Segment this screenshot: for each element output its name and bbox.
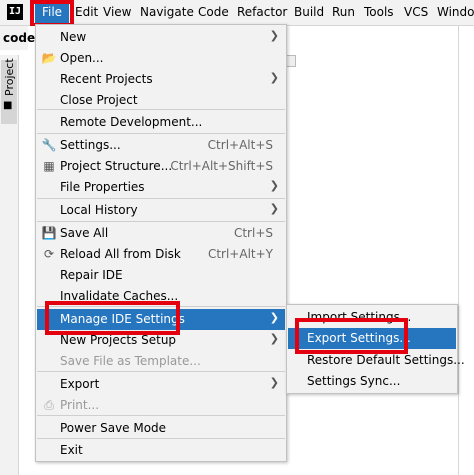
menu-item-project-structure[interactable]: ▦ Project Structure... Ctrl+Alt+Shift+S bbox=[37, 156, 285, 177]
menu-separator bbox=[37, 221, 285, 222]
shortcut-label: Ctrl+S bbox=[233, 226, 273, 240]
submenu-arrow-icon: ❯ bbox=[269, 71, 279, 84]
menu-edit[interactable]: Edit bbox=[75, 5, 98, 19]
menu-item-settings[interactable]: 🔧 Settings... Ctrl+Alt+S bbox=[37, 135, 285, 156]
menu-item-local-history[interactable]: Local History ❯ bbox=[37, 200, 285, 221]
shortcut-label: Ctrl+Alt+Y bbox=[207, 247, 273, 261]
menu-item-open[interactable]: 📂 Open... bbox=[37, 48, 285, 69]
menu-tools[interactable]: Tools bbox=[364, 5, 394, 19]
menu-window[interactable]: Window bbox=[437, 5, 474, 19]
menu-item-recent-projects[interactable]: Recent Projects ❯ bbox=[37, 69, 285, 90]
menu-view[interactable]: View bbox=[103, 5, 131, 19]
submenu-arrow-icon: ❯ bbox=[269, 376, 279, 389]
menu-navigate[interactable]: Navigate bbox=[140, 5, 194, 19]
menu-item-manage-ide-settings[interactable]: Manage IDE Settings ❯ bbox=[37, 309, 285, 330]
menu-separator bbox=[37, 415, 285, 416]
menu-separator bbox=[37, 371, 285, 372]
submenu-arrow-icon: ❯ bbox=[269, 311, 279, 324]
window-divider bbox=[458, 26, 459, 475]
file-menu: New ❯ 📂 Open... Recent Projects ❯ Close … bbox=[35, 24, 287, 462]
menu-separator bbox=[37, 306, 285, 307]
folder-icon: ■ bbox=[3, 100, 13, 111]
menu-item-remote-development[interactable]: Remote Development... bbox=[37, 112, 285, 133]
project-name: code bbox=[0, 26, 35, 50]
menu-item-new[interactable]: New ❯ bbox=[37, 27, 285, 48]
menu-refactor[interactable]: Refactor bbox=[237, 5, 287, 19]
menu-item-file-properties[interactable]: File Properties ❯ bbox=[37, 177, 285, 198]
manage-ide-settings-submenu: Import Settings... Export Settings... Re… bbox=[286, 304, 465, 394]
menu-item-invalidate-caches[interactable]: Invalidate Caches... bbox=[37, 286, 285, 307]
shortcut-label: Ctrl+Alt+Shift+S bbox=[170, 159, 273, 173]
menu-separator bbox=[37, 438, 285, 439]
menu-code[interactable]: Code bbox=[198, 5, 229, 19]
printer-icon: ⎙ bbox=[44, 398, 54, 412]
shortcut-label: Ctrl+Alt+S bbox=[207, 138, 273, 152]
menu-bar: IJ File Edit View Navigate Code Refactor… bbox=[0, 0, 474, 26]
project-tool-label: Project bbox=[3, 58, 16, 96]
menu-separator bbox=[37, 133, 285, 134]
menu-item-save-file-as-template[interactable]: Save File as Template... bbox=[37, 351, 285, 372]
menu-separator bbox=[37, 109, 285, 110]
submenu-arrow-icon: ❯ bbox=[269, 202, 279, 215]
submenu-arrow-icon: ❯ bbox=[269, 29, 279, 42]
menu-item-reload-all[interactable]: ⟳ Reload All from Disk Ctrl+Alt+Y bbox=[37, 244, 285, 265]
submenu-item-settings-sync[interactable]: Settings Sync... bbox=[288, 371, 456, 392]
submenu-item-export-settings[interactable]: Export Settings... bbox=[288, 328, 456, 349]
menu-build[interactable]: Build bbox=[294, 5, 324, 19]
reload-icon: ⟳ bbox=[43, 247, 55, 261]
wrench-icon: 🔧 bbox=[41, 138, 57, 152]
folder-open-icon: 📂 bbox=[41, 51, 57, 65]
menu-separator bbox=[37, 198, 285, 199]
menu-run[interactable]: Run bbox=[332, 5, 355, 19]
submenu-arrow-icon: ❯ bbox=[269, 179, 279, 192]
save-icon: 💾 bbox=[41, 226, 57, 240]
submenu-arrow-icon: ❯ bbox=[269, 332, 279, 345]
menu-file[interactable]: File bbox=[35, 2, 69, 23]
submenu-item-restore-defaults[interactable]: Restore Default Settings... bbox=[288, 350, 465, 371]
submenu-item-import-settings[interactable]: Import Settings... bbox=[288, 307, 456, 328]
menu-item-print[interactable]: ⎙ Print... bbox=[37, 395, 285, 416]
app-logo-icon: IJ bbox=[7, 4, 23, 20]
menu-item-save-all[interactable]: 💾 Save All Ctrl+S bbox=[37, 223, 285, 244]
menu-vcs[interactable]: VCS bbox=[404, 5, 428, 19]
menu-item-power-save-mode[interactable]: Power Save Mode bbox=[37, 418, 285, 439]
menu-item-repair-ide[interactable]: Repair IDE bbox=[37, 265, 285, 286]
menu-item-exit[interactable]: Exit bbox=[37, 440, 285, 461]
menu-item-new-projects-setup[interactable]: New Projects Setup ❯ bbox=[37, 330, 285, 351]
menu-item-close-project[interactable]: Close Project bbox=[37, 90, 285, 111]
project-structure-icon: ▦ bbox=[43, 159, 55, 173]
menu-item-export[interactable]: Export ❯ bbox=[37, 374, 285, 395]
